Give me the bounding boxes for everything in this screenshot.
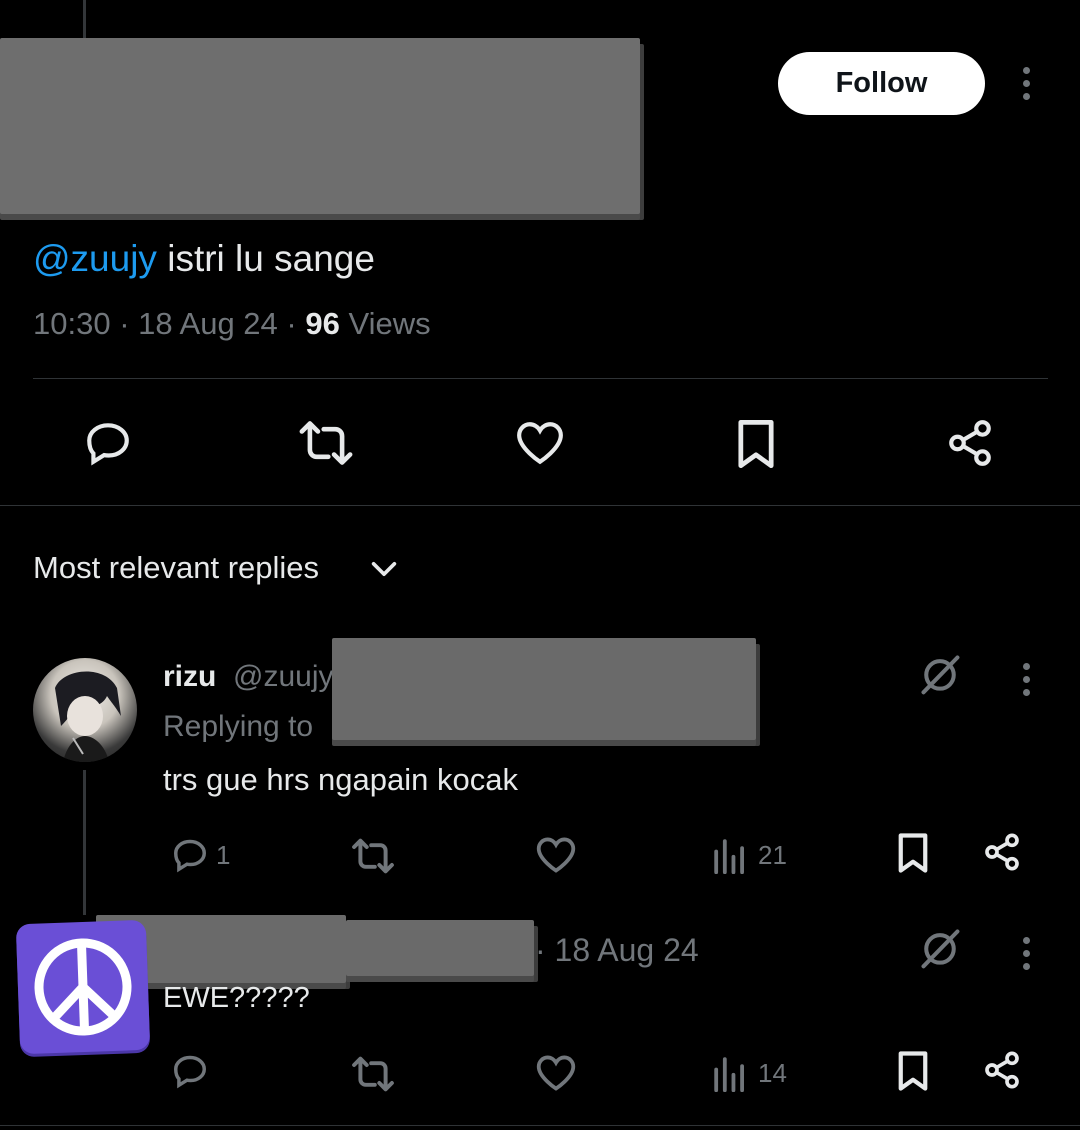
like-icon[interactable] [535,836,577,874]
meta-separator: · [110,306,139,341]
views-label: Views [348,306,431,341]
tweet-text: @zuujy istri lu sange [33,238,375,280]
reply-icon[interactable] [170,1052,210,1090]
tweet-body: istri lu sange [156,238,375,279]
more-options-icon[interactable] [1020,67,1032,100]
share-icon[interactable] [945,418,995,468]
reply-text: trs gue hrs ngapain kocak [163,762,518,797]
thread-line [83,770,86,915]
views-count: 14 [758,1058,787,1088]
reply-icon[interactable] [82,418,134,468]
tweet-date[interactable]: 18 Aug 24 [138,306,278,341]
thread-line-top [83,0,86,38]
views-icon[interactable] [712,836,748,874]
bookmark-icon[interactable] [735,418,777,470]
bookmark-icon[interactable] [895,1050,931,1092]
share-icon[interactable] [982,832,1022,872]
redacted-author-block [0,38,640,214]
avatar[interactable] [33,658,137,762]
reply-text: EWE????? [163,982,310,1014]
reply-date[interactable]: · 18 Aug 24 [535,932,699,969]
peace-symbol-icon [34,938,132,1036]
more-options-icon[interactable] [1020,663,1032,696]
follow-button[interactable]: Follow [778,52,985,115]
chevron-down-icon[interactable] [368,556,400,582]
tweet-time[interactable]: 10:30 [33,306,111,341]
divider [0,1125,1080,1126]
mention-link[interactable]: @zuujy [33,238,157,279]
views-count[interactable]: 96 [305,306,339,341]
redacted-block [346,920,534,976]
bookmark-icon[interactable] [895,832,931,874]
retweet-icon[interactable] [350,838,396,874]
grok-icon[interactable] [918,926,962,970]
meta-separator: · [277,306,306,341]
tweet-meta: 10:30 · 18 Aug 24 · 96 Views [33,306,431,342]
more-options-icon[interactable] [1020,937,1032,970]
reply-author-name[interactable]: rizu [163,660,216,694]
divider [0,505,1080,506]
like-icon[interactable] [515,420,565,466]
retweet-icon[interactable] [298,420,354,466]
like-icon[interactable] [535,1054,577,1092]
avatar[interactable] [15,919,151,1055]
divider [33,378,1048,379]
views-count: 21 [758,840,787,870]
reply-icon[interactable] [170,836,210,874]
grok-icon[interactable] [918,652,962,696]
reply-author-handle[interactable]: @zuujy [233,660,334,694]
replying-to-label: Replying to [163,710,314,743]
views-icon[interactable] [712,1054,748,1092]
redacted-block [332,638,756,740]
reply-count: 1 [216,840,231,870]
retweet-icon[interactable] [350,1056,396,1092]
sort-replies-dropdown[interactable]: Most relevant replies [33,550,319,586]
sort-label: Most relevant replies [33,550,320,585]
share-icon[interactable] [982,1050,1022,1090]
